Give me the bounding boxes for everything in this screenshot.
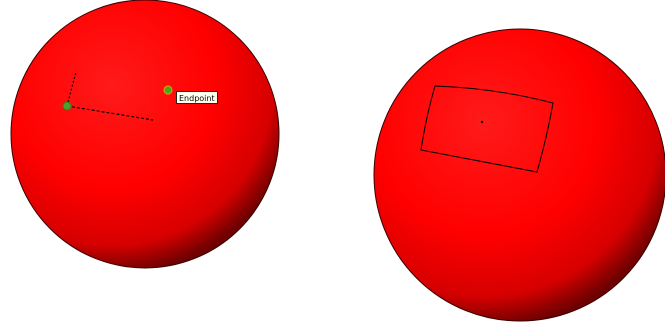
snap-tooltip: Endpoint (176, 91, 218, 104)
inference-point-start[interactable] (62, 101, 72, 111)
3d-scene-canvas[interactable] (0, 0, 665, 324)
left-sphere[interactable] (10, 0, 280, 269)
inference-point-endpoint[interactable] (163, 85, 173, 95)
rectangle-center-mark (480, 120, 484, 124)
right-sphere[interactable] (373, 28, 665, 322)
right-sphere-surface[interactable] (373, 28, 665, 322)
sketchup-viewport[interactable]: Endpoint (0, 0, 665, 324)
left-sphere-surface[interactable] (10, 0, 280, 269)
